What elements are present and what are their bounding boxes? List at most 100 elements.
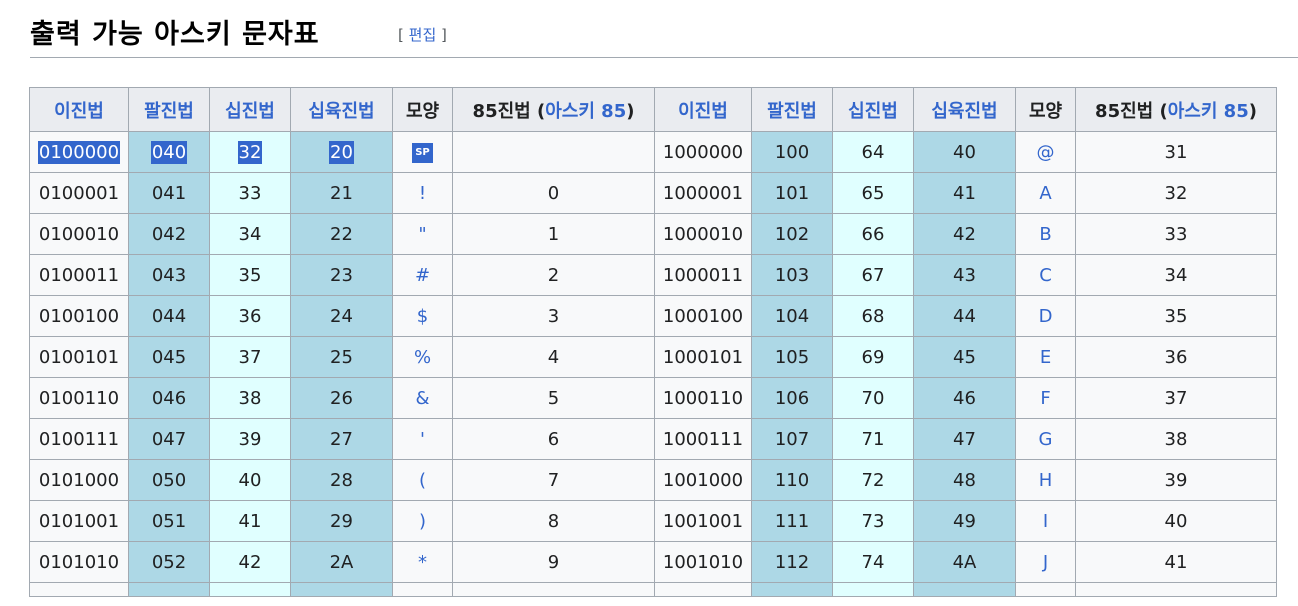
header-octal[interactable]: 팔진법 (128, 87, 210, 132)
base85-cell: 35 (1075, 295, 1277, 337)
octal-cell: 050 (128, 459, 210, 501)
octal-cell: 102 (751, 213, 833, 255)
hex-cell: 45 (913, 336, 1016, 378)
base85-cell: 34 (1075, 254, 1277, 296)
section-title: 출력 가능 아스키 문자표 (30, 19, 320, 50)
glyph-cell (392, 582, 453, 597)
glyph-cell[interactable]: C (1015, 254, 1076, 296)
table-row: 0101010 052 42 2A * 9 1001010 112 74 4A J 41 (29, 541, 1277, 583)
header-binary-2[interactable]: 이진법 (654, 87, 752, 132)
glyph-cell[interactable]: # (392, 254, 453, 296)
decimal-cell: 32 (209, 131, 291, 173)
binary-cell: 0101010 (29, 541, 129, 583)
decimal-cell: 42 (209, 541, 291, 583)
glyph-cell[interactable]: H (1015, 459, 1076, 501)
octal-cell: 043 (128, 254, 210, 296)
decimal-cell: 36 (209, 295, 291, 337)
binary-cell: 1000000 (654, 131, 752, 173)
octal-cell: 045 (128, 336, 210, 378)
octal-cell: 106 (751, 377, 833, 419)
base85-cell: 2 (452, 254, 655, 296)
glyph-cell[interactable]: A (1015, 172, 1076, 214)
glyph-cell[interactable]: ! (392, 172, 453, 214)
binary-cell: 1000011 (654, 254, 752, 296)
decimal-cell: 65 (832, 172, 914, 214)
glyph-cell[interactable]: ' (392, 418, 453, 460)
hex-cell: 4A (913, 541, 1016, 583)
hex-cell: 29 (290, 500, 393, 542)
glyph-cell[interactable]: D (1015, 295, 1076, 337)
glyph-cell[interactable]: J (1015, 541, 1076, 583)
table-row: 0100001 041 33 21! 0 1000001 101 65 41 A 32 (29, 172, 1277, 214)
binary-cell: 0100010 (29, 213, 129, 255)
glyph-cell[interactable]: E (1015, 336, 1076, 378)
base85-cell: 4 (452, 336, 655, 378)
table-row: 0101000 050 40 28(7 1001000 110 72 48 H 39 (29, 459, 1277, 501)
table-row: 0100110 046 38 26 & 5 1000110 106 70 46 F 37 (29, 377, 1277, 419)
octal-cell: 052 (128, 541, 210, 583)
binary-cell: 0100011 (29, 254, 129, 296)
glyph-cell[interactable]: * (392, 541, 453, 583)
base85-cell: 32 (1075, 172, 1277, 214)
glyph-cell[interactable]: % (392, 336, 453, 378)
binary-cell: 1000010 (654, 213, 752, 255)
base85-cell: 40 (1075, 500, 1277, 542)
header-glyph: 모양 (392, 87, 453, 132)
binary-cell: 1000101 (654, 336, 752, 378)
octal-cell: 101 (751, 172, 833, 214)
header-octal-2[interactable]: 팔진법 (751, 87, 833, 132)
glyph-cell[interactable]: @ (1015, 131, 1076, 173)
binary-cell: 0101000 (29, 459, 129, 501)
decimal-cell: 40 (209, 459, 291, 501)
octal-cell (751, 582, 833, 597)
octal-cell: 041 (128, 172, 210, 214)
binary-cell: 0100100 (29, 295, 129, 337)
glyph-cell[interactable]: I (1015, 500, 1076, 542)
header-hex[interactable]: 십육진법 (290, 87, 393, 132)
glyph-cell[interactable]: B (1015, 213, 1076, 255)
glyph-cell[interactable]: & (392, 377, 453, 419)
decimal-cell (209, 582, 291, 597)
glyph-cell[interactable]: SP (392, 131, 453, 173)
decimal-cell: 64 (832, 131, 914, 173)
hex-cell: 41 (913, 172, 1016, 214)
octal-cell: 044 (128, 295, 210, 337)
binary-cell: 1001001 (654, 500, 752, 542)
base85-cell (1075, 582, 1277, 597)
decimal-cell: 69 (832, 336, 914, 378)
base85-cell: 38 (1075, 418, 1277, 460)
base85-cell: 0 (452, 172, 655, 214)
decimal-cell: 38 (209, 377, 291, 419)
hex-cell: 43 (913, 254, 1016, 296)
base85-cell: 5 (452, 377, 655, 419)
glyph-cell[interactable]: ) (392, 500, 453, 542)
octal-cell: 040 (128, 131, 210, 173)
octal-cell: 104 (751, 295, 833, 337)
glyph-cell[interactable]: F (1015, 377, 1076, 419)
header-binary[interactable]: 이진법 (29, 87, 129, 132)
edit-link[interactable]: 편집 (409, 26, 437, 44)
base85-cell: 41 (1075, 541, 1277, 583)
ascii85-link[interactable]: 아스키 85 (545, 101, 626, 122)
header-hex-2[interactable]: 십육진법 (913, 87, 1016, 132)
glyph-cell[interactable]: ( (392, 459, 453, 501)
hex-cell: 28 (290, 459, 393, 501)
hex-cell: 2A (290, 541, 393, 583)
glyph-cell[interactable]: G (1015, 418, 1076, 460)
glyph-cell[interactable]: " (392, 213, 453, 255)
octal-cell: 105 (751, 336, 833, 378)
ascii85-link-2[interactable]: 아스키 85 (1168, 101, 1249, 122)
section-heading: 출력 가능 아스키 문자표 [ 편집 ] (30, 0, 1298, 58)
octal-cell: 110 (751, 459, 833, 501)
decimal-cell: 68 (832, 295, 914, 337)
glyph-cell[interactable]: $ (392, 295, 453, 337)
hex-cell: 27 (290, 418, 393, 460)
hex-cell: 40 (913, 131, 1016, 173)
table-row: 0101001 051 41 29) 8 1001001 111 73 49 I 40 (29, 500, 1277, 542)
header-decimal[interactable]: 십진법 (209, 87, 291, 132)
header-decimal-2[interactable]: 십진법 (832, 87, 914, 132)
octal-cell: 051 (128, 500, 210, 542)
hex-cell: 24 (290, 295, 393, 337)
hex-cell: 46 (913, 377, 1016, 419)
hex-cell (290, 582, 393, 597)
